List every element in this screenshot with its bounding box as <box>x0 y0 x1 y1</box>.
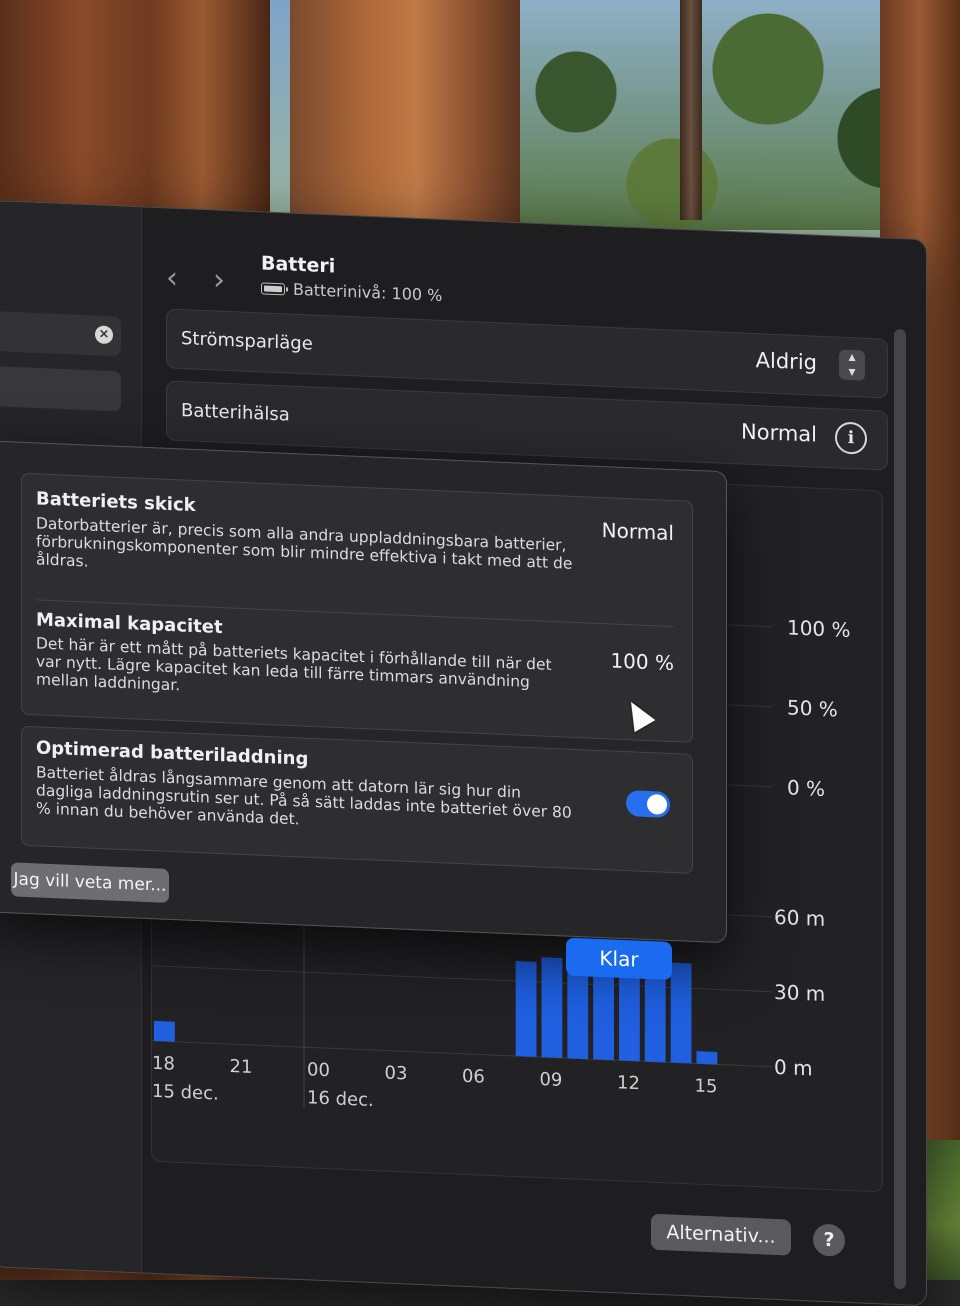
back-chevron-icon[interactable]: ‹ <box>166 260 178 296</box>
usage-bar <box>515 961 537 1057</box>
x-tick-label: 03 <box>385 1063 408 1085</box>
max-capacity-title: Maximal kapacitet <box>36 609 223 639</box>
usage-axis-tick: 60 m <box>774 905 825 931</box>
x-tick-label: 18 <box>152 1053 175 1075</box>
usage-bar <box>696 1051 718 1065</box>
max-capacity-value: 100 % <box>610 648 674 676</box>
toggle-knob <box>647 793 667 815</box>
power-saver-label: Strömsparläge <box>181 328 313 355</box>
x-tick-label: 21 <box>230 1056 253 1078</box>
battery-level-subtitle: Batterinivå: 100 % <box>261 278 442 305</box>
level-axis-tick: 50 % <box>787 695 838 721</box>
usage-bar <box>541 957 563 1058</box>
battery-level-text: Batterinivå: 100 % <box>293 279 443 305</box>
health-info-group: Batteriets skick Normal Datorbatterier ä… <box>21 472 693 743</box>
usage-axis-tick: 0 m <box>774 1055 813 1081</box>
x-tick-label: 00 <box>307 1059 330 1081</box>
usage-bar <box>154 1020 175 1042</box>
x-tick-label: 06 <box>462 1066 485 1088</box>
date-label: 15 dec. <box>152 1081 219 1105</box>
battery-health-label: Batterihälsa <box>181 400 290 426</box>
battery-condition-value: Normal <box>601 518 674 546</box>
sidebar-selected-item[interactable] <box>0 366 121 412</box>
clear-search-icon[interactable]: × <box>95 325 113 345</box>
battery-health-value: Normal <box>741 419 817 447</box>
optimized-charging-toggle[interactable] <box>626 790 670 818</box>
scrollbar[interactable] <box>894 328 906 1290</box>
sidebar-search-field[interactable]: × <box>0 311 121 357</box>
battery-condition-title: Batteriets skick <box>36 488 196 517</box>
options-button[interactable]: Alternativ... <box>651 1213 791 1256</box>
done-button[interactable]: Klar <box>566 937 672 981</box>
popup-stepper-icon[interactable]: ▴ ▾ <box>839 349 865 381</box>
tree-trunk <box>680 0 702 220</box>
level-axis-tick: 100 % <box>787 615 851 642</box>
usage-axis-tick: 30 m <box>774 980 825 1006</box>
forward-chevron-icon[interactable]: › <box>213 262 225 298</box>
optimized-charging-group: Optimerad batteriladdning Batteriet åldr… <box>21 725 693 874</box>
level-axis-tick: 0 % <box>787 775 825 801</box>
x-tick-label: 09 <box>540 1069 563 1091</box>
learn-more-button[interactable]: Jag vill veta mer... <box>11 862 169 903</box>
info-icon[interactable]: i <box>835 421 867 455</box>
battery-condition-description: Datorbatterier är, precis som alla andra… <box>36 514 573 573</box>
optimized-charging-description: Batteriet åldras långsammare genom att d… <box>36 763 572 829</box>
x-tick-label: 12 <box>617 1072 640 1094</box>
battery-health-sheet: Batteriets skick Normal Datorbatterier ä… <box>0 440 727 981</box>
battery-icon <box>261 281 285 295</box>
max-capacity-description: Det här är ett mått på batteriets kapaci… <box>36 634 552 695</box>
date-label: 16 dec. <box>307 1087 374 1111</box>
x-tick-label: 15 <box>694 1076 717 1098</box>
power-saver-value[interactable]: Aldrig <box>756 348 817 375</box>
help-button[interactable]: ? <box>813 1223 845 1257</box>
usage-bar <box>670 962 692 1064</box>
page-title: Batteri <box>261 252 336 278</box>
